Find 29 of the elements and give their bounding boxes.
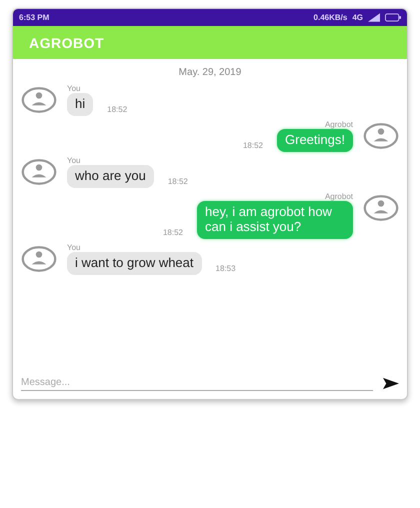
signal-icon — [368, 13, 380, 22]
message-bubble: i want to grow wheat — [67, 252, 202, 275]
avatar-icon — [363, 194, 399, 222]
avatar-icon — [21, 244, 57, 273]
avatar-icon — [21, 158, 57, 186]
message-bubble: Greetings! — [277, 128, 353, 152]
network-speed: 0.46KB/s — [314, 13, 348, 22]
status-time: 6:53 PM — [19, 13, 50, 22]
message-time: 18:52 — [242, 140, 264, 150]
sender-name: You — [67, 242, 82, 252]
sender-name: You — [67, 156, 82, 165]
message-time: 18:52 — [107, 104, 128, 114]
battery-icon — [385, 13, 401, 22]
message-bubble: hey, i am agrobot how can i assist you? — [197, 200, 353, 239]
network-type: 4G — [352, 13, 363, 22]
message-bubble: who are you — [67, 164, 154, 188]
message-time: 18:53 — [216, 264, 236, 273]
message-bubble: hi — [67, 93, 94, 116]
app-title: AGROBOT — [29, 34, 104, 50]
avatar-icon — [363, 122, 399, 150]
date-label: May. 29, 2019 — [178, 67, 242, 78]
message-time: 18:52 — [162, 228, 183, 237]
message-field[interactable]: Message... — [21, 375, 373, 391]
sender-name: You — [67, 84, 82, 93]
send-icon[interactable] — [383, 376, 399, 390]
sender-name: Agrobot — [324, 120, 353, 129]
message-time: 18:52 — [168, 176, 188, 186]
avatar-icon — [21, 86, 57, 114]
sender-name: Agrobot — [324, 192, 353, 201]
